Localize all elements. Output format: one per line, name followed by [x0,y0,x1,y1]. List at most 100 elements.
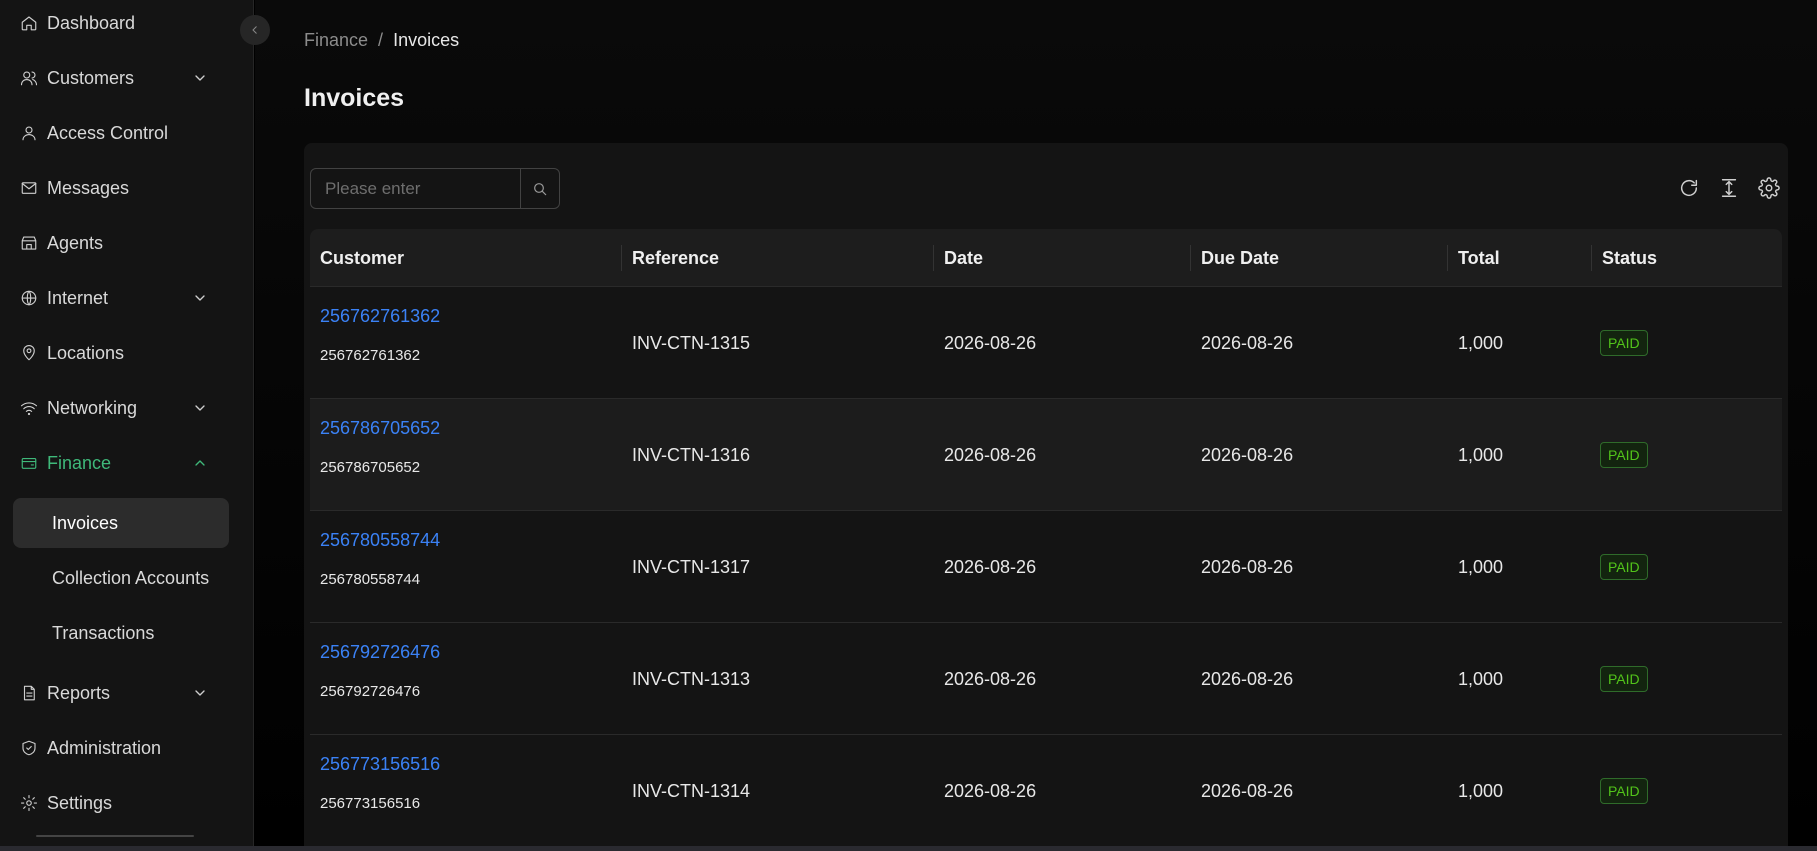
sidebar-item-settings[interactable]: Settings [0,783,254,823]
invoices-card: Customer Reference Date Due Date Total S… [304,143,1788,851]
table-header: Customer Reference Date Due Date Total S… [310,229,1782,287]
status-badge: PAID [1600,554,1648,580]
sidebar-item-finance[interactable]: Finance [0,443,254,483]
sidebar-item-reports[interactable]: Reports [0,673,254,713]
users-icon [19,68,39,88]
chevron-down-icon [192,70,208,86]
main-content: Finance / Invoices Invoices Customer [255,0,1817,851]
home-icon [19,13,39,33]
column-divider [1591,245,1592,271]
breadcrumb-finance[interactable]: Finance [304,30,368,51]
chevron-left-icon [252,26,257,34]
table-row[interactable]: 256786705652 256786705652 INV-CTN-1316 2… [310,399,1782,511]
sidebar-item-messages[interactable]: Messages [0,168,254,208]
total-cell: 1,000 [1458,557,1504,577]
customer-phone: 256780558744 [320,571,421,588]
column-header-date[interactable]: Date [944,229,983,287]
sidebar-item-dashboard[interactable]: Dashboard [0,3,254,43]
column-header-customer[interactable]: Customer [320,229,404,287]
customer-link[interactable]: 256786705652 [320,418,440,439]
sidebar-subitem-label: Invoices [52,512,119,533]
breadcrumb: Finance / Invoices [304,30,459,51]
collapse-sidebar-button[interactable] [240,15,270,45]
invoices-table: Customer Reference Date Due Date Total S… [310,229,1782,847]
status-badge: PAID [1600,666,1648,692]
sidebar-subitem-invoices[interactable]: Invoices [13,498,229,548]
date-cell: 2026-08-26 [944,781,1037,801]
wallet-icon [19,453,39,473]
column-divider [621,245,622,271]
due-date-cell: 2026-08-26 [1201,781,1294,801]
sidebar-subitem-collection-accounts[interactable]: Collection Accounts [13,553,229,603]
sidebar-item-internet[interactable]: Internet [0,278,254,318]
sidebar-item-label: Settings [47,792,113,813]
sidebar-item-networking[interactable]: Networking [0,388,254,428]
reference-cell: INV-CTN-1316 [632,445,751,465]
customer-phone: 256762761362 [320,347,421,364]
table-toolbar [1678,177,1780,204]
sidebar-item-access-control[interactable]: Access Control [0,113,254,153]
column-header-due-date[interactable]: Due Date [1201,229,1279,287]
customer-link[interactable]: 256773156516 [320,754,440,775]
search-box [310,168,560,209]
due-date-cell: 2026-08-26 [1201,557,1294,577]
reference-cell: INV-CTN-1313 [632,669,751,689]
user-icon [19,123,39,143]
customer-link[interactable]: 256762761362 [320,306,440,327]
total-cell: 1,000 [1458,669,1504,689]
sidebar-subitem-transactions[interactable]: Transactions [13,608,229,658]
customer-link[interactable]: 256780558744 [320,530,440,551]
search-input[interactable] [311,169,521,208]
table-row[interactable]: 256762761362 256762761362 INV-CTN-1315 2… [310,287,1782,399]
sidebar-scrollbar[interactable] [36,835,194,837]
column-header-total[interactable]: Total [1458,229,1500,287]
breadcrumb-separator: / [378,30,384,50]
breadcrumb-current: Invoices [393,30,460,50]
total-cell: 1,000 [1458,333,1504,353]
gear-icon [19,793,39,813]
reload-button[interactable] [1678,177,1700,204]
map-pin-icon [19,343,39,363]
column-header-status[interactable]: Status [1602,229,1657,287]
date-cell: 2026-08-26 [944,669,1037,689]
table-row[interactable]: 256773156516 256773156516 INV-CTN-1314 2… [310,735,1782,847]
table-row[interactable]: 256780558744 256780558744 INV-CTN-1317 2… [310,511,1782,623]
date-cell: 2026-08-26 [944,333,1037,353]
sidebar-item-customers[interactable]: Customers [0,58,254,98]
sidebar-item-locations[interactable]: Locations [0,333,254,373]
shield-icon [19,738,39,758]
chevron-down-icon [192,685,208,701]
sidebar-subitem-label: Collection Accounts [52,567,210,588]
column-divider [1447,245,1448,271]
reference-cell: INV-CTN-1317 [632,557,751,577]
table-row[interactable]: 256792726476 256792726476 INV-CTN-1313 2… [310,623,1782,735]
sidebar-item-agents[interactable]: Agents [0,223,254,263]
customer-link[interactable]: 256792726476 [320,642,440,663]
density-button[interactable] [1718,177,1740,204]
sidebar-item-label: Customers [47,67,135,88]
sidebar-item-label: Messages [47,177,130,198]
chevron-down-icon [192,290,208,306]
search-icon [534,182,547,195]
page-title: Invoices [304,84,405,112]
status-badge: PAID [1600,778,1648,804]
due-date-cell: 2026-08-26 [1201,445,1294,465]
sidebar-item-label: Access Control [47,122,169,143]
reference-cell: INV-CTN-1314 [632,781,751,801]
file-icon [19,683,39,703]
search-button[interactable] [521,169,559,208]
reference-cell: INV-CTN-1315 [632,333,751,353]
chevron-up-icon [192,455,208,471]
globe-icon [19,288,39,308]
total-cell: 1,000 [1458,781,1504,801]
sidebar-item-administration[interactable]: Administration [0,728,254,768]
sidebar-item-label: Agents [47,232,104,253]
gear-icon [1758,177,1780,199]
column-header-reference[interactable]: Reference [632,229,719,287]
chevron-down-icon [192,400,208,416]
settings-button[interactable] [1758,177,1780,204]
sidebar-item-label: Reports [47,682,111,703]
column-height-icon [1721,179,1737,197]
store-icon [19,233,39,253]
wifi-icon [19,398,39,418]
